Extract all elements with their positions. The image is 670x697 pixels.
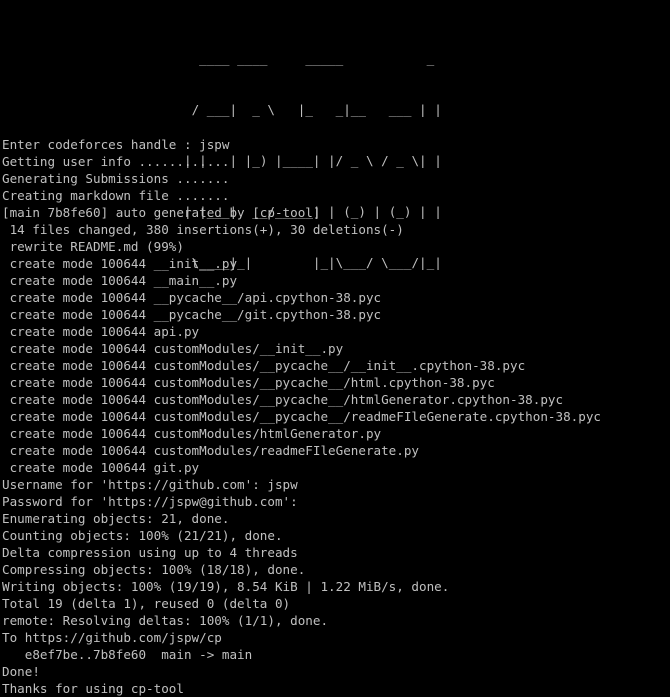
- output-line: Enumerating objects: 21, done.: [2, 511, 230, 526]
- output-line: [main 7b8fe60] auto generated by [cp-too…: [2, 205, 321, 220]
- output-line: create mode 100644 customModules/__pycac…: [2, 409, 601, 424]
- output-line: create mode 100644 __pycache__/api.cpyth…: [2, 290, 382, 305]
- output-line: Creating markdown file .......: [2, 188, 230, 203]
- output-line: Delta compression using up to 4 threads: [2, 545, 298, 560]
- output-line: create mode 100644 customModules/__init_…: [2, 341, 344, 356]
- output-line: create mode 100644 customModules/htmlGen…: [2, 426, 382, 441]
- prompt-handle-line: Enter codeforces handle : jspw: [2, 137, 230, 152]
- output-line: create mode 100644 customModules/__pycac…: [2, 358, 526, 373]
- output-line: 14 files changed, 380 insertions(+), 30 …: [2, 222, 404, 237]
- output-line: create mode 100644 customModules/__pycac…: [2, 392, 564, 407]
- output-line: remote: Resolving deltas: 100% (1/1), do…: [2, 613, 329, 628]
- banner-line: / ___| _ \ |_ _|__ ___ | |: [184, 102, 442, 117]
- output-line: Counting objects: 100% (21/21), done.: [2, 528, 283, 543]
- output-line: create mode 100644 __pycache__/git.cpyth…: [2, 307, 382, 322]
- banner-line: ____ ____ _____ _: [184, 51, 442, 66]
- output-line: Generating Submissions .......: [2, 171, 230, 186]
- output-line: create mode 100644 __init__.py: [2, 256, 238, 271]
- output-line: Done!: [2, 664, 40, 679]
- prompt-username-line: Username for 'https://github.com': jspw: [2, 477, 298, 492]
- output-line: To https://github.com/jspw/cp: [2, 630, 222, 645]
- prompt-password-line: Password for 'https://jspw@github.com':: [2, 494, 298, 509]
- output-line: create mode 100644 api.py: [2, 324, 200, 339]
- output-line: create mode 100644 customModules/readmeF…: [2, 443, 420, 458]
- output-line: Getting user info ............: [2, 154, 230, 169]
- output-line: rewrite README.md (99%): [2, 239, 184, 254]
- output-line: create mode 100644 __main__.py: [2, 273, 238, 288]
- output-line: Writing objects: 100% (19/19), 8.54 KiB …: [2, 579, 450, 594]
- output-line: Thanks for using cp-tool: [2, 681, 184, 696]
- output-line: create mode 100644 customModules/__pycac…: [2, 375, 495, 390]
- output-line: e8ef7be..7b8fe60 main -> main: [2, 647, 253, 662]
- output-line: Compressing objects: 100% (18/18), done.: [2, 562, 306, 577]
- output-line: create mode 100644 git.py: [2, 460, 200, 475]
- terminal-output: Enter codeforces handle : jspw Getting u…: [2, 136, 601, 697]
- output-line: Total 19 (delta 1), reused 0 (delta 0): [2, 596, 291, 611]
- terminal-window[interactable]: ____ ____ _____ _ / ___| _ \ |_ _|__ ___…: [0, 0, 670, 696]
